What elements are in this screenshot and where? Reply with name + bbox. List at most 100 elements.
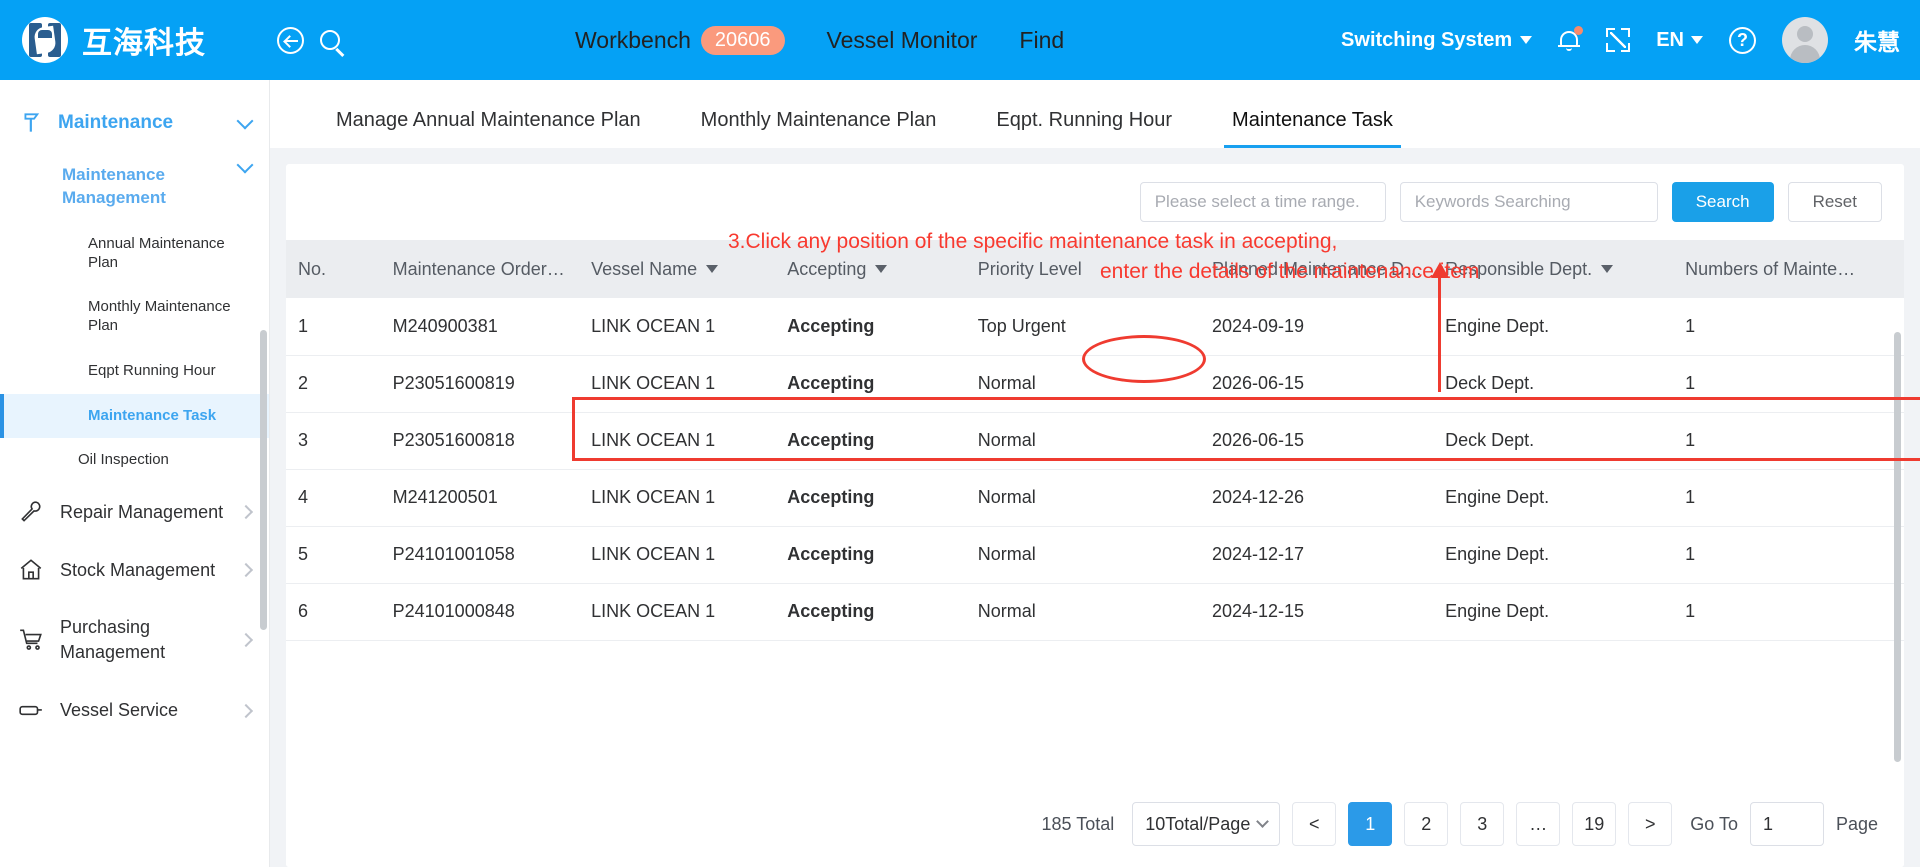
sidebar-item-maintenance-task[interactable]: Maintenance Task [0,393,269,439]
table-row[interactable]: 2 P23051600819 LINK OCEAN 1 Accepting No… [286,355,1904,413]
sidebar: Maintenance Maintenance Management Annua… [0,80,270,867]
table-row[interactable]: 5 P24101001058 LINK OCEAN 1 Accepting No… [286,526,1904,584]
sidebar-scrollbar[interactable] [260,330,267,630]
cell-dept: Deck Dept. [1433,412,1674,470]
cell-num: 1 [1673,412,1904,470]
search-icon[interactable] [310,20,350,60]
sidebar-group-label: Maintenance [58,112,174,133]
pagination-page-19[interactable]: 19 [1572,802,1617,846]
tab-manage-annual-maintenance-plan[interactable]: Manage Annual Maintenance Plan [306,109,671,148]
column-header-vessel-name[interactable]: Vessel Name [579,240,776,298]
nav-item-workbench[interactable]: Workbench 20606 [575,25,785,55]
avatar[interactable] [1782,17,1828,63]
column-header-planned-maintenance-date[interactable]: Planned Maintenance D… [1199,240,1434,298]
nav-item-find[interactable]: Find [1019,27,1064,54]
sidebar-item-purchasing-management[interactable]: Purchasing Management [0,599,269,681]
sidebar-item-label: Stock Management [60,559,216,580]
pagination-page-unit-label: Page [1835,813,1878,834]
chevron-right-icon [238,633,254,648]
pagination-next-button[interactable]: > [1628,802,1673,846]
notification-bell-icon[interactable] [1558,26,1584,52]
cell-dept: Engine Dept. [1433,469,1674,527]
keywords-search-input[interactable]: Keywords Searching [1399,182,1658,222]
sort-caret-icon[interactable] [706,265,719,273]
nav-item-vessel-monitor[interactable]: Vessel Monitor [827,27,978,54]
column-header-numbers-of-maintenance[interactable]: Numbers of Mainte… [1673,240,1904,298]
sidebar-item-label: Purchasing Management [60,617,166,663]
pagination-goto-value: 1 [1762,813,1773,834]
reset-button[interactable]: Reset [1787,182,1882,222]
column-header-responsible-dept[interactable]: Responsible Dept. [1433,240,1674,298]
pagination-ellipsis[interactable]: … [1516,802,1561,846]
column-header-priority-level[interactable]: Priority Level [965,240,1200,298]
column-header-maintenance-order[interactable]: Maintenance Order… [380,240,580,298]
table-row[interactable]: 4 M241200501 LINK OCEAN 1 Accepting Norm… [286,469,1904,527]
app-header: 互海科技 Workbench 20606 Vessel Monitor Find… [0,0,1920,80]
sidebar-subgroup-maintenance-management[interactable]: Maintenance Management [0,152,269,222]
tab-label: Maintenance Task [1232,109,1393,131]
sidebar-item-label: Repair Management [60,501,224,522]
cell-order: P23051600819 [380,355,580,413]
column-header-label: Numbers of Mainte… [1685,258,1856,279]
pagination-prev-button[interactable]: < [1292,802,1337,846]
column-header-no[interactable]: No. [286,240,381,298]
switching-system-label: Switching System [1341,28,1513,51]
chevron-right-icon [238,563,254,578]
cell-date: 2026-06-15 [1199,355,1434,413]
cell-date: 2026-06-15 [1199,412,1434,470]
header-right-tools: Switching System EN ? 朱慧 [1341,17,1900,63]
sidebar-item-label: Eqpt Running Hour [88,361,216,379]
sidebar-item-eqpt-running-hour[interactable]: Eqpt Running Hour [0,349,269,394]
maintenance-task-table-wrap: No. Maintenance Order… Vessel Name Accep… [286,240,1904,781]
pagination-goto-label: Go To [1690,813,1738,834]
page-size-select[interactable]: 10Total/Page [1132,802,1281,846]
chevron-right-icon [238,505,254,520]
back-circle-icon[interactable] [270,20,310,60]
language-switcher[interactable]: EN [1656,29,1703,52]
cell-date: 2024-12-26 [1199,469,1434,527]
help-icon[interactable]: ? [1729,26,1756,54]
tab-maintenance-task[interactable]: Maintenance Task [1202,109,1423,148]
table-row[interactable]: 3 P23051600818 LINK OCEAN 1 Accepting No… [286,412,1904,470]
nav-label-vessel-monitor: Vessel Monitor [826,26,978,53]
sidebar-item-repair-management[interactable]: Repair Management [0,483,269,541]
sidebar-group-maintenance[interactable]: Maintenance [0,94,269,152]
cell-status: Accepting [775,355,966,413]
workbench-count-badge: 20606 [700,25,785,55]
table-scrollbar[interactable] [1894,332,1901,762]
search-button[interactable]: Search [1671,182,1774,222]
sidebar-item-stock-management[interactable]: Stock Management [0,541,269,599]
tab-eqpt-running-hour[interactable]: Eqpt. Running Hour [966,109,1202,148]
pagination-page-1[interactable]: 1 [1348,802,1393,846]
sidebar-item-vessel-service[interactable]: Vessel Service [0,682,269,740]
cell-priority: Normal [965,355,1200,413]
pagination-page-label: 3 [1477,813,1488,834]
table-header: No. Maintenance Order… Vessel Name Accep… [286,240,1904,298]
sort-caret-icon[interactable] [1601,265,1614,273]
pagination-page-2[interactable]: 2 [1404,802,1449,846]
cell-dept: Engine Dept. [1433,526,1674,584]
pagination-goto-input[interactable]: 1 [1749,802,1824,846]
sidebar-item-annual-maintenance-plan[interactable]: Annual Maintenance Plan [0,222,269,286]
tab-monthly-maintenance-plan[interactable]: Monthly Maintenance Plan [671,109,967,148]
time-range-input[interactable]: Please select a time range. [1139,182,1386,222]
table-header-row: No. Maintenance Order… Vessel Name Accep… [286,240,1904,298]
sidebar-item-monthly-maintenance-plan[interactable]: Monthly Maintenance Plan [0,285,269,349]
column-header-label: Priority Level [977,258,1082,279]
pagination-page-label: 19 [1584,813,1605,834]
sidebar-subgroup-label: Maintenance Management [62,165,166,207]
cell-no: 6 [286,583,381,641]
brand-name: 互海科技 [82,27,206,60]
switching-system-dropdown[interactable]: Switching System [1341,28,1533,52]
keywords-placeholder: Keywords Searching [1414,192,1571,211]
pagination-page-3[interactable]: 3 [1460,802,1505,846]
sort-caret-icon[interactable] [875,265,888,273]
reset-button-label: Reset [1812,192,1857,211]
tab-label: Monthly Maintenance Plan [700,109,937,131]
table-row[interactable]: 1 M240900381 LINK OCEAN 1 Accepting Top … [286,298,1904,356]
fullscreen-icon[interactable] [1606,28,1631,52]
column-header-accepting[interactable]: Accepting [775,240,966,298]
sidebar-item-oil-inspection[interactable]: Oil Inspection [0,438,269,483]
notification-dot [1574,26,1584,35]
table-row[interactable]: 6 P24101000848 LINK OCEAN 1 Accepting No… [286,583,1904,641]
